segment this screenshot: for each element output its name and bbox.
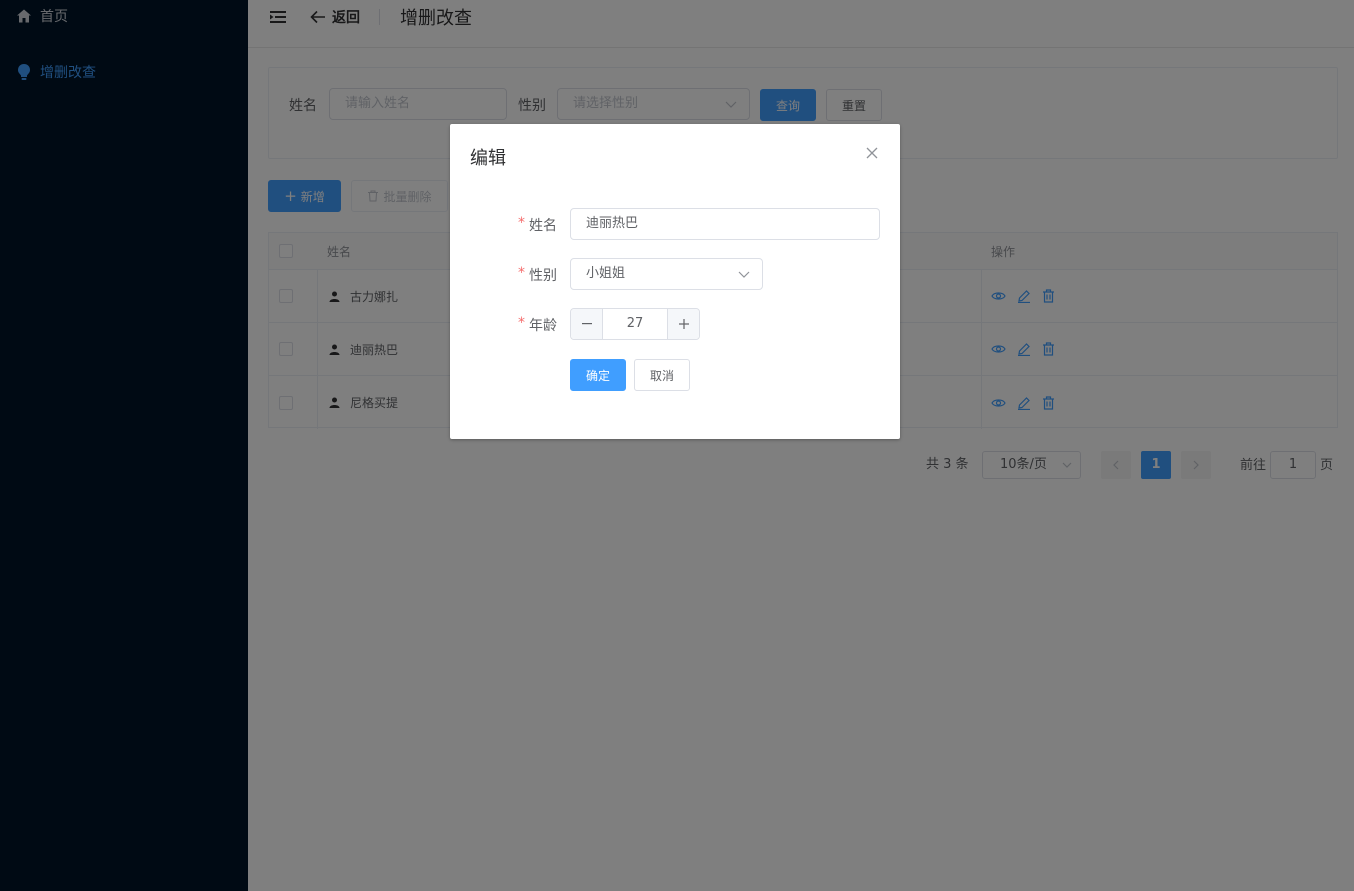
- gender-value: 小姐姐: [586, 266, 626, 281]
- edit-dialog: 编辑 * 姓名 迪丽热巴 * 性别 小姐姐 * 年龄 27 确定 取消: [450, 124, 900, 439]
- gender-select[interactable]: 小姐姐: [570, 258, 763, 290]
- gender-field-label: * 性别: [518, 265, 557, 285]
- confirm-button[interactable]: 确定: [570, 359, 626, 391]
- minus-icon: [581, 323, 592, 325]
- required-mark: *: [518, 315, 525, 331]
- age-label-text: 年龄: [529, 318, 557, 334]
- close-icon[interactable]: [866, 147, 878, 159]
- age-stepper: 27: [570, 308, 700, 340]
- required-mark: *: [518, 215, 525, 231]
- age-field-label: * 年龄: [518, 315, 557, 335]
- dialog-title: 编辑: [470, 148, 506, 169]
- required-mark: *: [518, 265, 525, 281]
- plus-icon: [678, 319, 689, 329]
- increment-button[interactable]: [667, 309, 699, 339]
- name-label-text: 姓名: [529, 218, 557, 234]
- decrement-button[interactable]: [571, 309, 603, 339]
- chevron-down-icon: [738, 271, 750, 278]
- cancel-button[interactable]: 取消: [634, 359, 690, 391]
- gender-label-text: 性别: [529, 268, 557, 284]
- name-field-label: * 姓名: [518, 215, 557, 235]
- name-field[interactable]: 迪丽热巴: [570, 208, 880, 240]
- age-value[interactable]: 27: [604, 309, 666, 339]
